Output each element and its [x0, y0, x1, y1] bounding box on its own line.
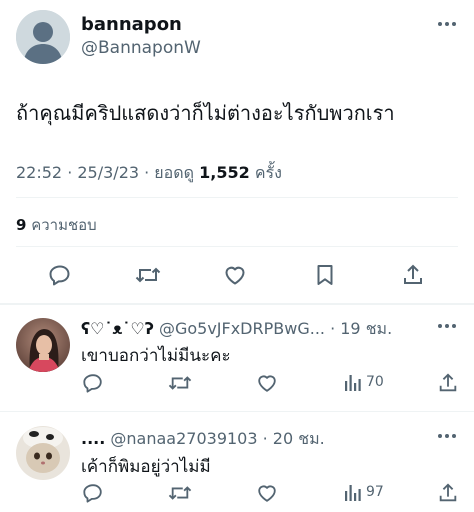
- share-button[interactable]: [436, 482, 460, 504]
- views-icon: [345, 485, 361, 501]
- avatar-photo-icon: [16, 318, 70, 372]
- views-count: 97: [366, 484, 384, 500]
- share-icon: [439, 373, 457, 392]
- retweet-icon: [168, 376, 192, 390]
- divider: [16, 197, 458, 198]
- display-name[interactable]: ʕ♡˙ᴥ˙♡ʔ: [81, 319, 154, 338]
- avatar[interactable]: [16, 10, 70, 64]
- views-button[interactable]: 70: [344, 373, 384, 391]
- reply-text: เค้าก็พิมอยู่ว่าไม่มี: [81, 457, 211, 477]
- bookmark-icon: [317, 265, 333, 285]
- divider: [16, 246, 458, 247]
- views-button[interactable]: 97: [344, 483, 384, 501]
- reply-text: เขาบอกว่าไม่มีนะคะ: [81, 346, 231, 366]
- cat-avatar-icon: [16, 426, 70, 480]
- more-icon[interactable]: [434, 14, 460, 34]
- divider: [0, 411, 474, 412]
- retweet-button[interactable]: [134, 262, 162, 288]
- like-icon: [225, 266, 245, 285]
- views-count: 70: [366, 374, 384, 390]
- divider: [0, 303, 474, 305]
- reply-button[interactable]: [47, 262, 73, 288]
- reply-button[interactable]: [81, 482, 105, 504]
- retweet-icon: [168, 486, 192, 500]
- reply-button[interactable]: [81, 372, 105, 394]
- share-icon: [404, 264, 422, 284]
- like-icon: [258, 485, 276, 502]
- handle[interactable]: @BannaponW: [81, 38, 201, 58]
- reply-icon: [83, 484, 102, 503]
- like-button[interactable]: [255, 372, 279, 394]
- share-icon: [439, 483, 457, 502]
- views-count: 1,552: [199, 163, 250, 182]
- views-label: ครั้ง: [249, 163, 282, 182]
- display-name[interactable]: ....: [81, 429, 105, 448]
- like-icon: [258, 375, 276, 392]
- share-button[interactable]: [400, 262, 426, 288]
- like-button[interactable]: [255, 482, 279, 504]
- timestamp[interactable]: 22:52 · 25/3/23 · ยอดดู: [16, 163, 199, 182]
- tweet-text: ถ้าคุณมีคริปแสดงว่าก็ไม่ต่างอะไรกับพวกเร…: [16, 101, 395, 125]
- reply-icon: [83, 374, 102, 393]
- handle-time[interactable]: @Go5vJFxDRPBwG... · 19 ชม.: [159, 319, 392, 338]
- tweet-meta: 22:52 · 25/3/23 · ยอดดู 1,552 ครั้ง: [16, 161, 282, 186]
- handle-time[interactable]: @nanaa27039103 · 20 ชม.: [110, 429, 324, 448]
- views-icon: [345, 375, 361, 391]
- default-avatar-icon: [16, 10, 70, 64]
- likes-stat[interactable]: 9 ความชอบ: [16, 213, 97, 237]
- share-button[interactable]: [436, 372, 460, 394]
- likes-label: ความชอบ: [26, 216, 97, 234]
- more-icon[interactable]: [434, 316, 460, 336]
- display-name[interactable]: bannapon: [81, 14, 182, 35]
- avatar[interactable]: [16, 426, 70, 480]
- retweet-icon: [135, 267, 161, 283]
- like-button[interactable]: [222, 262, 248, 288]
- avatar[interactable]: [16, 318, 70, 372]
- likes-count: 9: [16, 216, 27, 234]
- more-icon[interactable]: [434, 426, 460, 446]
- retweet-button[interactable]: [167, 372, 193, 394]
- reply-icon: [49, 265, 70, 286]
- retweet-button[interactable]: [167, 482, 193, 504]
- bookmark-button[interactable]: [312, 262, 338, 288]
